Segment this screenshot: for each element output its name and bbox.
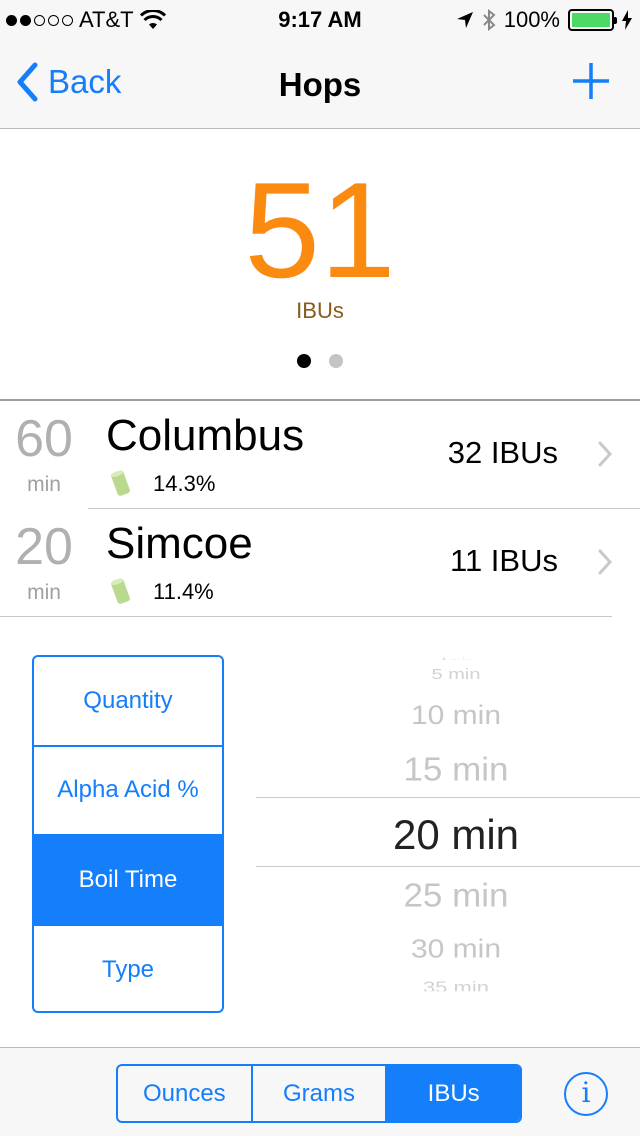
chevron-right-icon [598, 441, 612, 467]
hop-row-simcoe[interactable]: 20 min Simcoe 11.4% 11 IBUs [0, 509, 640, 617]
boil-time: 20 [15, 518, 73, 576]
page-dot[interactable] [297, 354, 311, 368]
page-dot[interactable] [329, 354, 343, 368]
battery-icon [568, 9, 617, 31]
field-selector: Quantity Alpha Acid % Boil Time Type [32, 655, 224, 1013]
add-hop-button[interactable] [572, 62, 610, 100]
charging-icon [622, 10, 632, 30]
hop-row-columbus[interactable]: 60 min Columbus 14.3% 32 IBUs [0, 401, 640, 509]
chevron-right-icon [598, 549, 612, 575]
picker-item[interactable]: 15 min [256, 751, 640, 789]
picker-selection-line [256, 866, 640, 867]
navigation-bar: Back Hops [0, 40, 640, 129]
boil-time: 60 [15, 410, 73, 468]
alpha-acid: 14.3% [153, 471, 216, 496]
row-divider [0, 616, 612, 617]
picker-item[interactable]: 30 min [256, 935, 640, 966]
units-option-ounces[interactable]: Ounces [118, 1066, 253, 1121]
field-option-alpha-acid[interactable]: Alpha Acid % [34, 747, 222, 836]
field-option-type[interactable]: Type [34, 926, 222, 1012]
picker-item[interactable]: 35 min [256, 979, 640, 992]
picker-selection-line [256, 797, 640, 798]
picker-item[interactable]: 5 min [256, 665, 640, 681]
boil-time-picker[interactable]: 4 min 5 min 10 min 15 min 20 min 25 min … [256, 650, 640, 1010]
units-option-grams[interactable]: Grams [253, 1066, 388, 1121]
battery-percent: 100% [503, 7, 560, 32]
hop-name: Simcoe [106, 519, 253, 568]
ibu-total: 51 [244, 154, 396, 306]
picker-item[interactable]: 25 min [256, 877, 640, 915]
picker-item-selected[interactable]: 20 min [256, 810, 640, 860]
pellet-icon [110, 470, 130, 496]
ibu-total-label: IBUs [296, 298, 344, 323]
picker-item[interactable]: 4 min [256, 654, 640, 660]
status-bar: AT&T 9:17 AM 100% [0, 0, 640, 40]
hop-ibus: 32 IBUs [447, 435, 558, 470]
page-control[interactable] [0, 354, 640, 368]
info-button[interactable]: i [564, 1072, 608, 1116]
units-option-ibus[interactable]: IBUs [387, 1066, 520, 1121]
picker-item[interactable]: 10 min [256, 700, 640, 732]
alpha-acid: 11.4% [153, 579, 214, 604]
hop-ibus: 11 IBUs [450, 543, 558, 578]
bottom-toolbar: Ounces Grams IBUs i [0, 1047, 640, 1136]
boil-time-unit: min [27, 473, 61, 496]
status-right: 100% [456, 7, 632, 33]
ibu-summary: 51 IBUs [0, 130, 640, 400]
boil-time-unit: min [27, 581, 61, 604]
units-segmented-control: Ounces Grams IBUs [116, 1064, 522, 1123]
field-option-quantity[interactable]: Quantity [34, 657, 222, 747]
pellet-icon [110, 578, 130, 604]
bluetooth-icon [483, 9, 496, 31]
hop-name: Columbus [106, 411, 305, 460]
field-option-boil-time[interactable]: Boil Time [34, 836, 222, 926]
page-title: Hops [278, 66, 362, 103]
location-arrow-icon [456, 12, 473, 28]
